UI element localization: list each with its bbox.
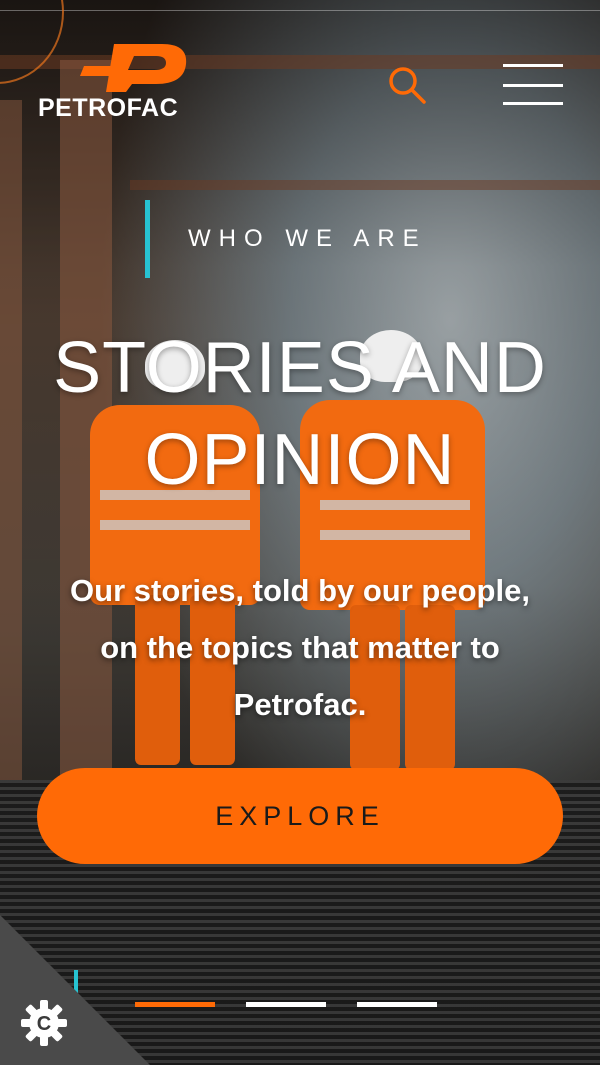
- section-eyebrow: WHO WE ARE: [188, 225, 427, 252]
- logo-wordmark: PETROFAC: [38, 94, 179, 122]
- description-line: on the topics that matter to: [100, 630, 500, 665]
- search-icon: [389, 67, 426, 104]
- svg-text:C: C: [37, 1013, 51, 1035]
- cookie-settings-button[interactable]: C: [18, 997, 70, 1049]
- hamburger-menu-icon: [503, 64, 563, 67]
- petrofac-logo[interactable]: PETROFAC: [38, 36, 188, 126]
- background-beam: [130, 180, 600, 190]
- carousel-slide-indicator-2[interactable]: [246, 1002, 326, 1007]
- hero-description: Our stories, told by our people, on the …: [40, 562, 560, 733]
- search-button[interactable]: [386, 64, 428, 106]
- top-divider: [0, 10, 600, 11]
- headline-line: OPINION: [144, 420, 456, 500]
- hero-section: PETROFAC WHO WE ARE STORIES AND OPINION …: [0, 0, 600, 1065]
- cookie-settings-icon: C: [21, 1000, 67, 1046]
- explore-button[interactable]: EXPLORE: [37, 768, 563, 864]
- description-line: Petrofac.: [233, 687, 367, 722]
- explore-button-label: EXPLORE: [215, 800, 385, 831]
- carousel-slide-indicator-3[interactable]: [357, 1002, 437, 1007]
- description-line: Our stories, told by our people,: [70, 573, 530, 608]
- logo-mark-icon: [80, 44, 187, 92]
- hero-headline: STORIES AND OPINION: [0, 322, 600, 506]
- menu-button[interactable]: [503, 64, 563, 108]
- headline-line: STORIES AND: [53, 328, 547, 408]
- eyebrow-accent-bar: [145, 200, 150, 278]
